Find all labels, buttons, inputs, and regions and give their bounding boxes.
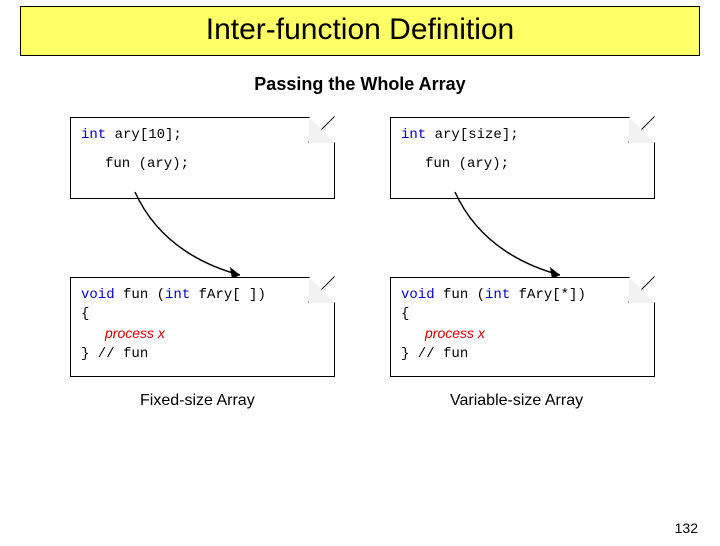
code-line: { [401,305,644,324]
page-fold-icon [309,277,335,303]
code-line: void fun (int fAry[ ]) [81,286,324,305]
page-number: 132 [675,520,698,536]
code-line: fun (ary); [81,155,324,174]
page-fold-icon [309,117,335,143]
keyword-int: int [165,287,190,303]
process-placeholder: process x [105,325,165,341]
sig-mid: fun ( [115,287,165,303]
keyword-void: void [401,287,435,303]
sig-mid: fun ( [435,287,485,303]
code-line: void fun (int fAry[*]) [401,286,644,305]
process-placeholder: process x [425,325,485,341]
code-line: } // fun [401,345,644,364]
code-line: process x [81,324,324,345]
function-call: fun (ary); [105,156,189,172]
right-callee-box: void fun (int fAry[*]) { process x } // … [390,277,655,377]
comment: // fun [409,346,468,362]
code-line: process x [401,324,644,345]
decl-rest: ary[10]; [106,127,182,143]
arrow-icon [130,187,260,287]
code-line: fun (ary); [401,155,644,174]
code-line: int ary[10]; [81,126,324,145]
slide-title: Inter-function Definition [21,13,699,47]
code-line: } // fun [81,345,324,364]
slide-subtitle: Passing the Whole Array [0,74,720,95]
arrow-icon [450,187,580,287]
keyword-int: int [401,127,426,143]
diagram-stage: int ary[10]; fun (ary); void fun (int fA… [0,117,720,487]
spacer [401,145,644,155]
function-call: fun (ary); [425,156,509,172]
page-fold-icon [629,117,655,143]
keyword-int: int [81,127,106,143]
slide-title-bar: Inter-function Definition [20,6,700,56]
code-line: { [81,305,324,324]
left-callee-box: void fun (int fAry[ ]) { process x } // … [70,277,335,377]
left-caption: Fixed-size Array [140,392,255,410]
spacer [81,145,324,155]
page-fold-icon [629,277,655,303]
code-line: int ary[size]; [401,126,644,145]
sig-rest: fAry[ ]) [190,287,266,303]
keyword-int: int [485,287,510,303]
keyword-void: void [81,287,115,303]
sig-rest: fAry[*]) [510,287,586,303]
comment: // fun [89,346,148,362]
decl-rest: ary[size]; [426,127,518,143]
right-caption: Variable-size Array [450,392,583,410]
